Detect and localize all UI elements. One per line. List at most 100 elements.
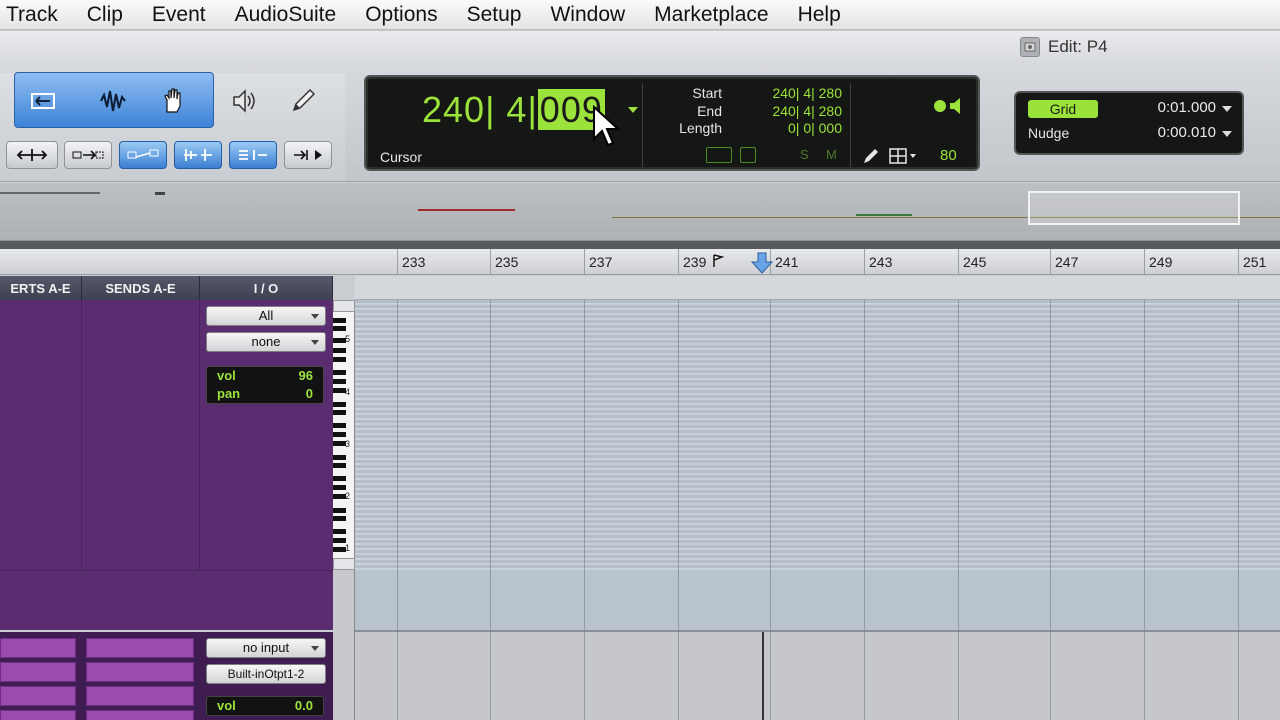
nudge-caret-icon[interactable] [1222,131,1232,137]
audio-input-selector[interactable]: no input [206,638,326,658]
overview-line [0,192,100,194]
grid-nudge-display: Grid 0:01.000 Nudge 0:00.010 [1014,91,1244,155]
tab-to-transient-button[interactable] [284,141,332,169]
chevron-down-icon [311,340,319,345]
playhead-icon[interactable] [751,252,773,274]
octave-label: 5 [345,334,351,344]
grid-mode-button[interactable] [174,141,222,169]
keyboard-scroll-up[interactable] [333,300,355,312]
trim-tool-button[interactable] [90,79,136,123]
grid-value[interactable]: 0:01.000 [1158,99,1216,116]
sends-column-header[interactable]: SENDS A-E [82,276,200,300]
menu-marketplace[interactable]: Marketplace [654,3,768,27]
link-track-icon[interactable] [740,147,756,163]
vol-value[interactable]: 96 [299,368,313,383]
bar-249: 249 [1149,254,1173,270]
insert-slot[interactable] [0,638,76,658]
conductor-pencil-icon[interactable] [862,147,880,165]
vol-value[interactable]: 0.0 [295,698,313,713]
midi-track-playlist[interactable] [355,300,1280,570]
mix-column-headers: ERTS A-E SENDS A-E I / O [0,276,333,300]
counter-format-caret-icon[interactable] [628,107,638,113]
midi-input-label: All [258,308,274,323]
bar-tick [1050,249,1051,275]
start-value[interactable]: 240| 4| 280 [742,85,842,103]
main-counter-value[interactable]: 240| 4|009 [422,89,605,131]
spot-mode-button[interactable] [119,141,167,169]
pan-value[interactable]: 0 [306,386,313,401]
insert-slot[interactable] [0,710,76,720]
midi-input-selector[interactable]: All [206,306,326,326]
menu-setup[interactable]: Setup [467,3,522,27]
pencil-icon [292,88,316,112]
menu-clip[interactable]: Clip [87,3,123,27]
window-title: Edit: P4 [1020,37,1108,57]
bar-247: 247 [1055,254,1079,270]
metronome-speaker-icon[interactable] [932,95,968,117]
pan-label: pan [217,386,241,401]
black-key [333,463,346,468]
midi-track-lower-lane[interactable] [355,570,1280,630]
marker-flag-icon[interactable] [712,254,724,268]
menu-audiosuite[interactable]: AudioSuite [235,3,337,27]
menu-help[interactable]: Help [798,3,841,27]
meter-grid-icon[interactable] [888,147,918,165]
scrub-tool-button[interactable] [220,79,266,123]
vol-label: vol [217,698,236,713]
insert-slot[interactable] [0,686,76,706]
black-key [333,529,346,534]
mute-indicator[interactable]: M [826,147,837,162]
menu-options[interactable]: Options [365,3,437,27]
grabber-tool-button[interactable] [150,79,196,123]
ruler-separator [0,241,1280,249]
audio-track-playlist[interactable] [355,632,1280,720]
send-slot[interactable] [86,710,194,720]
send-slot[interactable] [86,662,194,682]
zoom-tool-button[interactable] [20,79,66,123]
midi-output-selector[interactable]: none [206,332,326,352]
menu-track[interactable]: Track [6,3,58,27]
grid-caret-icon[interactable] [1222,106,1232,112]
cursor-label: Cursor [380,149,423,165]
bars-beats-ruler[interactable]: 233 235 237 239 241 243 245 247 249 251 [0,249,1280,275]
send-slot[interactable] [86,638,194,658]
visible-range-box[interactable] [1028,191,1240,225]
grid-line [584,300,585,720]
bar-235: 235 [495,254,519,270]
nudge-label[interactable]: Nudge [1028,125,1069,141]
bar-241: 241 [775,254,799,270]
pencil-tool-button[interactable] [280,79,326,123]
overview-line-2 [155,192,165,195]
grid-line [397,300,398,720]
io-column-header[interactable]: I / O [200,276,333,300]
menu-event[interactable]: Event [152,3,206,27]
session-overview[interactable] [0,183,1280,241]
inserts-column-header[interactable]: ERTS A-E [0,276,82,300]
audio-output-selector[interactable]: Built-inOtpt1-2 [206,664,326,684]
grid-button[interactable]: Grid [1028,100,1098,118]
black-key [333,455,346,460]
link-timeline-icon[interactable] [706,147,732,163]
slip-mode-button[interactable] [64,141,112,169]
tempo-value[interactable]: 80 [940,147,957,164]
length-value[interactable]: 0| 0| 000 [742,120,842,138]
end-value[interactable]: 240| 4| 280 [742,103,842,121]
black-key [333,423,346,428]
scrub-icon [233,89,255,113]
insert-slot[interactable] [0,662,76,682]
keyboard-scroll-down[interactable] [333,558,355,570]
solo-indicator[interactable]: S [800,147,809,162]
midi-vol-pan-display[interactable]: vol 96 pan 0 [206,366,324,404]
send-slot[interactable] [86,686,194,706]
vol-label: vol [217,368,236,383]
sends-column[interactable] [82,300,200,570]
inserts-column[interactable] [0,300,82,570]
shuffle-mode-button[interactable] [6,141,58,169]
midi-keyboard[interactable]: 5 4 3 2 1 [333,312,355,558]
menu-window[interactable]: Window [550,3,625,27]
relative-grid-button[interactable] [229,141,277,169]
bar-tick [864,249,865,275]
nudge-value[interactable]: 0:00.010 [1158,124,1216,141]
selection-values: 240| 4| 280 240| 4| 280 0| 0| 000 [742,85,842,138]
audio-vol-display[interactable]: vol 0.0 [206,696,324,716]
